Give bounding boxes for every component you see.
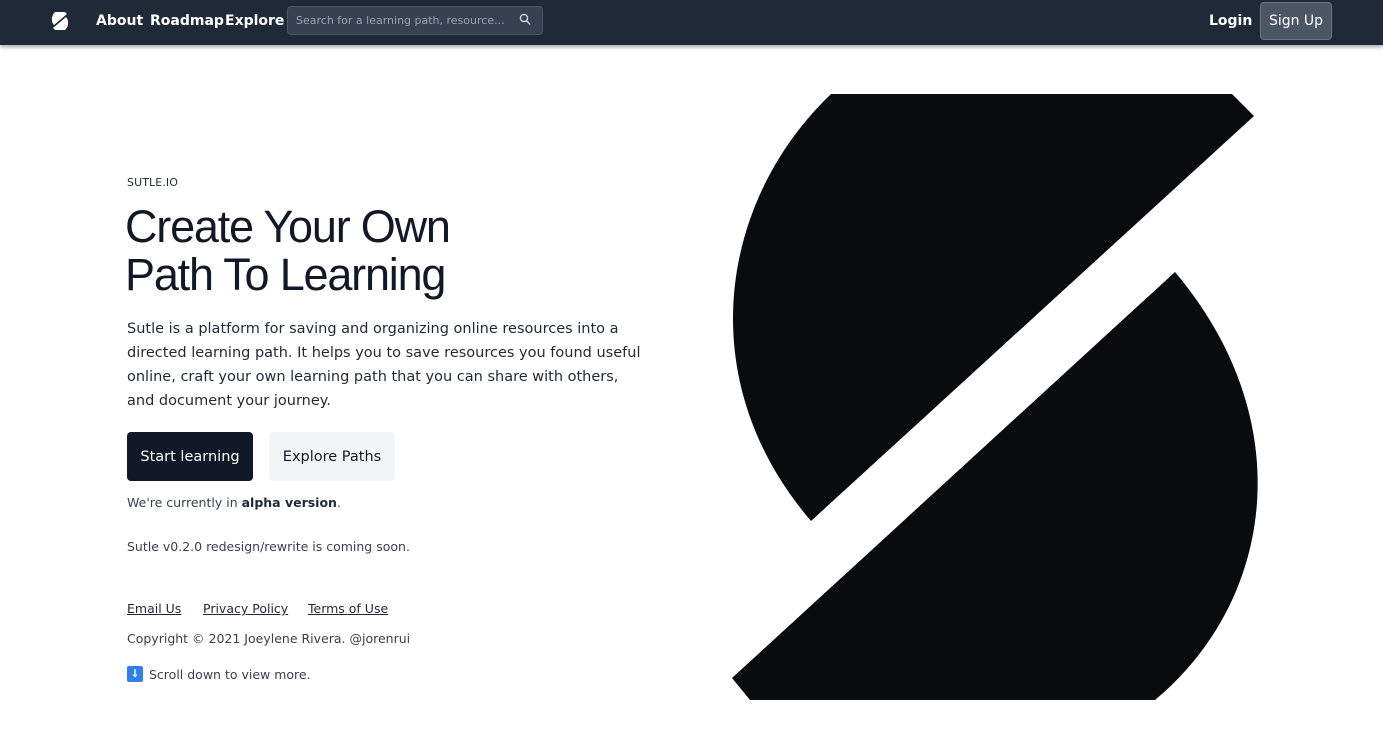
- hero-title: Create Your Own Path To Learning: [125, 201, 451, 300]
- hero-title-line-2: Path To Learning: [125, 249, 446, 300]
- hero-title-line-1: Create Your Own: [125, 201, 451, 252]
- alpha-notice: We're currently in alpha version.: [127, 495, 341, 510]
- scroll-hint-text: Scroll down to view more.: [149, 666, 311, 682]
- alpha-prefix: We're currently in: [127, 495, 242, 510]
- search-input[interactable]: [296, 11, 508, 30]
- explore-paths-button[interactable]: Explore Paths: [269, 432, 395, 481]
- search-box: [287, 6, 543, 35]
- nav-roadmap-link[interactable]: Roadmap: [150, 13, 224, 29]
- sutle-hero-logo-icon: [732, 94, 1258, 700]
- eyebrow-label: SUTLE.IO: [127, 176, 179, 189]
- search-icon[interactable]: [519, 13, 531, 27]
- signup-button[interactable]: Sign Up: [1260, 2, 1332, 40]
- hero-description: Sutle is a platform for saving and organ…: [127, 321, 641, 409]
- start-learning-button[interactable]: Start learning: [127, 432, 253, 481]
- navbar: About Roadmap Explore Login Sign Up: [0, 0, 1383, 45]
- down-arrow-icon: ↓: [127, 666, 143, 682]
- email-us-link[interactable]: Email Us: [127, 601, 181, 616]
- login-link[interactable]: Login: [1209, 13, 1252, 29]
- version-note: Sutle v0.2.0 redesign/rewrite is coming …: [127, 539, 410, 554]
- privacy-policy-link[interactable]: Privacy Policy: [203, 601, 288, 616]
- alpha-version-label: alpha version: [241, 495, 337, 510]
- scroll-hint: ↓ Scroll down to view more.: [127, 666, 311, 682]
- nav-explore-link[interactable]: Explore: [225, 13, 284, 29]
- copyright-text: Copyright © 2021 Joeylene Rivera. @joren…: [127, 631, 411, 646]
- sutle-logo-icon[interactable]: [51, 10, 69, 32]
- terms-of-use-link[interactable]: Terms of Use: [308, 601, 388, 616]
- alpha-suffix: .: [336, 495, 341, 510]
- nav-about-link[interactable]: About: [96, 13, 143, 29]
